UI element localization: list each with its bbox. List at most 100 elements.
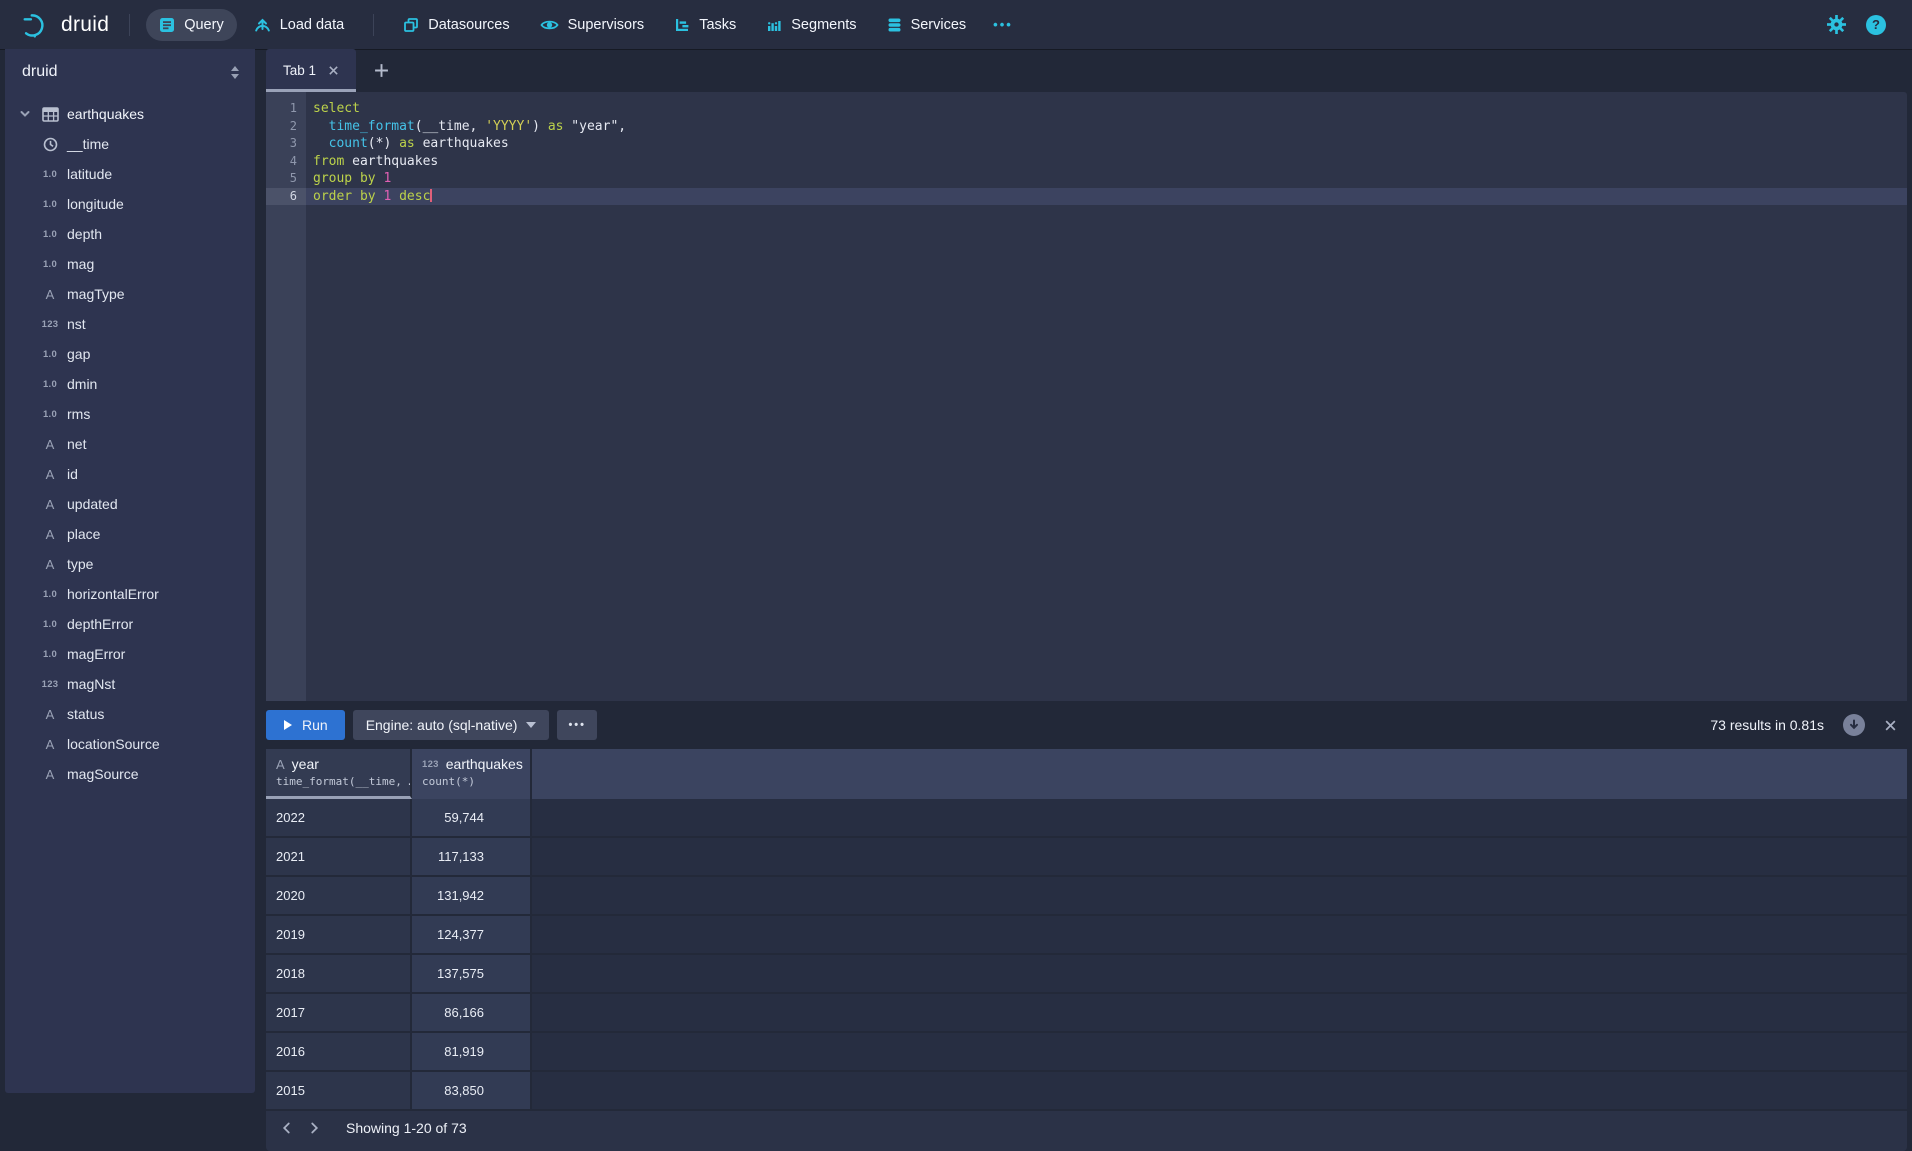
schema-sidebar: druid earthquakes	[5, 49, 255, 1093]
code-text: order by 1 desc	[306, 188, 1907, 206]
tree-column-status[interactable]: Astatus	[5, 699, 255, 729]
table-icon	[39, 107, 61, 122]
navbar-divider	[129, 14, 130, 36]
results-column-header-earthquakes[interactable]: 123earthquakescount(*)	[412, 749, 532, 799]
tree-column-latitude[interactable]: 1.0latitude	[5, 159, 255, 189]
tab-close-icon[interactable]	[328, 65, 339, 76]
code-line-2[interactable]: 2 time_format(__time, 'YYYY') as "year",	[266, 118, 1907, 136]
tree-column-mag[interactable]: 1.0mag	[5, 249, 255, 279]
download-results-icon[interactable]	[1843, 714, 1865, 736]
tree-column-nst[interactable]: 123nst	[5, 309, 255, 339]
tree-column-updated[interactable]: Aupdated	[5, 489, 255, 519]
tree-column-dmin[interactable]: 1.0dmin	[5, 369, 255, 399]
cell-year[interactable]: 2021	[266, 838, 412, 877]
chevron-down-icon[interactable]	[19, 108, 31, 120]
nav-item-supervisors[interactable]: Supervisors	[527, 9, 658, 41]
row-filler	[532, 838, 1907, 877]
add-tab-button[interactable]	[374, 49, 389, 92]
run-more-button[interactable]: •••	[557, 710, 597, 740]
prev-page-button[interactable]	[272, 1114, 300, 1142]
cell-earthquakes[interactable]: 117,133	[412, 838, 532, 877]
tree-column-id[interactable]: Aid	[5, 459, 255, 489]
row-filler	[532, 799, 1907, 838]
nav-item-services[interactable]: Services	[874, 9, 980, 41]
more-icon: •••	[568, 719, 586, 731]
tree-column-magNst[interactable]: 123magNst	[5, 669, 255, 699]
cell-year[interactable]: 2017	[266, 994, 412, 1033]
cell-earthquakes[interactable]: 59,744	[412, 799, 532, 838]
nav-item-tasks[interactable]: Tasks	[661, 9, 749, 41]
cell-year[interactable]: 2020	[266, 877, 412, 916]
code-line-6[interactable]: 6order by 1 desc	[266, 188, 1907, 206]
results-row-2018: 2018137,575	[266, 955, 1907, 994]
code-text: group by 1	[306, 170, 1907, 188]
cell-earthquakes[interactable]: 83,850	[412, 1072, 532, 1111]
tree-column-magError[interactable]: 1.0magError	[5, 639, 255, 669]
next-page-button[interactable]	[300, 1114, 328, 1142]
nav-item-query[interactable]: Query	[146, 9, 237, 41]
string-type-icon: A	[39, 527, 61, 542]
cell-year[interactable]: 2015	[266, 1072, 412, 1111]
tree-table-earthquakes[interactable]: earthquakes	[5, 99, 255, 129]
druid-logo[interactable]: druid	[16, 11, 115, 39]
nav-item-datasources[interactable]: Datasources	[390, 9, 522, 41]
nav-item-label: Tasks	[699, 17, 736, 33]
navbar-more-button[interactable]: •••	[983, 9, 1023, 40]
tree-column-__time[interactable]: __time	[5, 129, 255, 159]
sql-editor[interactable]: 1select2 time_format(__time, 'YYYY') as …	[266, 92, 1907, 701]
cell-year[interactable]: 2018	[266, 955, 412, 994]
column-name: magError	[67, 646, 125, 662]
tree-column-depthError[interactable]: 1.0depthError	[5, 609, 255, 639]
cell-earthquakes[interactable]: 86,166	[412, 994, 532, 1033]
cell-earthquakes[interactable]: 137,575	[412, 955, 532, 994]
nav-item-load-data[interactable]: Load data	[241, 9, 358, 41]
query-icon	[159, 17, 175, 33]
column-name: place	[67, 526, 100, 542]
cell-year[interactable]: 2019	[266, 916, 412, 955]
tree-column-net[interactable]: Anet	[5, 429, 255, 459]
line-number: 2	[266, 118, 306, 136]
cell-earthquakes[interactable]: 81,919	[412, 1033, 532, 1072]
caret-down-icon	[526, 722, 536, 728]
run-button[interactable]: Run	[266, 710, 345, 740]
tab-bar: Tab 1	[266, 49, 1907, 92]
run-bar: Run Engine: auto (sql-native) ••• 73 res…	[266, 701, 1907, 749]
results-column-header-year[interactable]: Ayeartime_format(__time, …	[266, 749, 412, 799]
help-icon[interactable]: ?	[1866, 15, 1886, 35]
tree-column-rms[interactable]: 1.0rms	[5, 399, 255, 429]
tree-column-longitude[interactable]: 1.0longitude	[5, 189, 255, 219]
column-name: magNst	[67, 676, 115, 692]
cell-earthquakes[interactable]: 124,377	[412, 916, 532, 955]
code-line-5[interactable]: 5group by 1	[266, 170, 1907, 188]
row-filler	[532, 955, 1907, 994]
cell-earthquakes[interactable]: 131,942	[412, 877, 532, 916]
engine-selector[interactable]: Engine: auto (sql-native)	[353, 710, 550, 740]
code-line-3[interactable]: 3 count(*) as earthquakes	[266, 135, 1907, 153]
tree-column-gap[interactable]: 1.0gap	[5, 339, 255, 369]
float-type-icon: 1.0	[39, 169, 61, 180]
tree-column-type[interactable]: Atype	[5, 549, 255, 579]
nav-item-label: Segments	[791, 17, 856, 33]
nav-item-segments[interactable]: Segments	[753, 9, 869, 41]
results-summary: 73 results in 0.81s	[1710, 717, 1824, 733]
row-filler	[532, 1072, 1907, 1111]
string-type-icon: A	[39, 767, 61, 782]
gear-icon[interactable]	[1827, 15, 1846, 34]
code-line-4[interactable]: 4from earthquakes	[266, 153, 1907, 171]
line-number: 5	[266, 170, 306, 188]
tree-column-place[interactable]: Aplace	[5, 519, 255, 549]
tree-column-horizontalError[interactable]: 1.0horizontalError	[5, 579, 255, 609]
cell-year[interactable]: 2016	[266, 1033, 412, 1072]
column-name: gap	[67, 346, 90, 362]
tab-1[interactable]: Tab 1	[266, 49, 356, 92]
tree-column-locationSource[interactable]: AlocationSource	[5, 729, 255, 759]
tree-column-magType[interactable]: AmagType	[5, 279, 255, 309]
code-line-1[interactable]: 1select	[266, 100, 1907, 118]
code-text: count(*) as earthquakes	[306, 135, 1907, 153]
column-name: id	[67, 466, 78, 482]
tree-column-depth[interactable]: 1.0depth	[5, 219, 255, 249]
close-results-icon[interactable]	[1884, 719, 1897, 732]
tree-column-magSource[interactable]: AmagSource	[5, 759, 255, 789]
sort-columns-icon[interactable]	[229, 65, 241, 80]
cell-year[interactable]: 2022	[266, 799, 412, 838]
